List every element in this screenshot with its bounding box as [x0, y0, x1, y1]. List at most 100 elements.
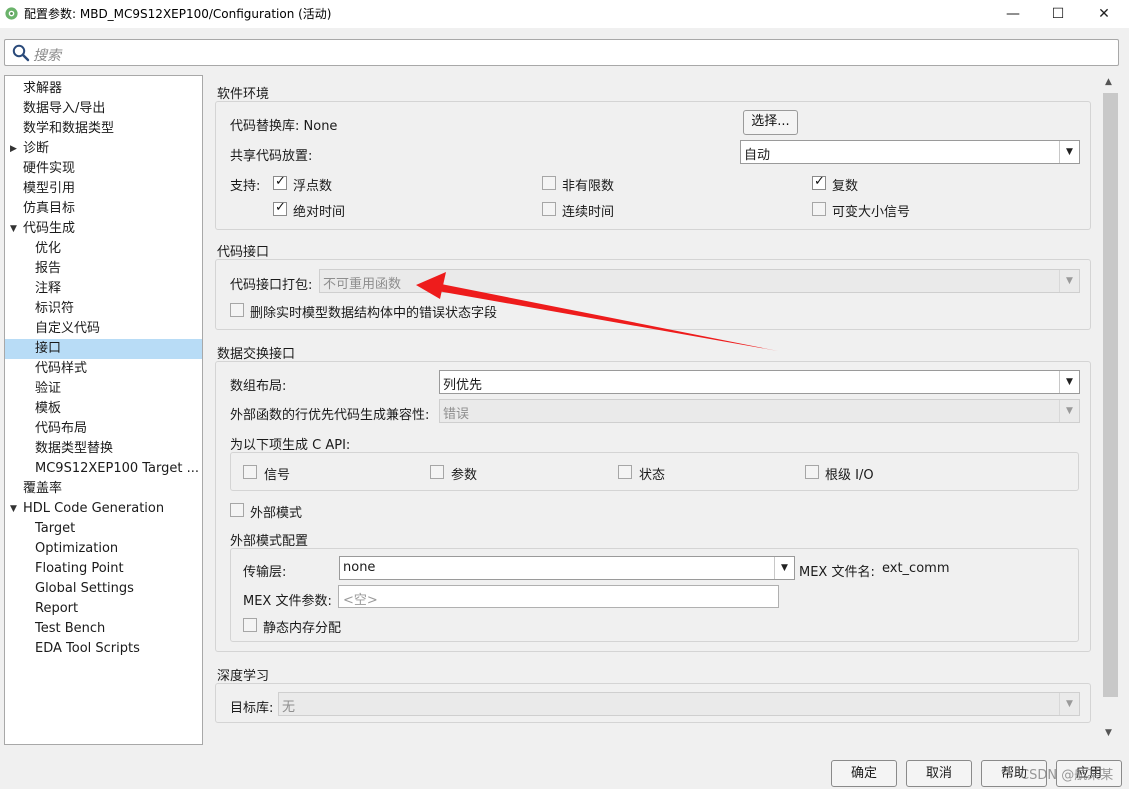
- static-memory-label: 静态内存分配: [263, 621, 342, 636]
- tree-item[interactable]: 仿真目标: [5, 199, 202, 219]
- target-lib-dropdown[interactable]: 无 ▼: [278, 692, 1080, 716]
- capi-params-checkbox[interactable]: [430, 465, 444, 479]
- scroll-up-icon[interactable]: ▲: [1105, 77, 1112, 87]
- tree-item[interactable]: Target: [5, 519, 202, 539]
- external-compat-dropdown[interactable]: 错误 ▼: [439, 399, 1080, 423]
- ext-config-group: 传输层: none ▼ MEX 文件名: ext_comm MEX 文件参数: …: [230, 548, 1079, 642]
- tree-item[interactable]: 数据导入/导出: [5, 99, 202, 119]
- tree-item[interactable]: Report: [5, 599, 202, 619]
- mex-args-input[interactable]: <空>: [338, 585, 779, 608]
- tree-item[interactable]: 代码布局: [5, 419, 202, 439]
- tree-item[interactable]: 求解器: [5, 79, 202, 99]
- capi-root-io-checkbox[interactable]: [805, 465, 819, 479]
- tree-item[interactable]: 报告: [5, 259, 202, 279]
- deep-learning-panel: 目标库: 无 ▼: [215, 683, 1091, 723]
- scrollbar-thumb[interactable]: [1103, 93, 1118, 697]
- tree-item[interactable]: 验证: [5, 379, 202, 399]
- section-title-deep-learning: 深度学习: [217, 669, 270, 684]
- tree-item[interactable]: Optimization: [5, 539, 202, 559]
- floating-point-label: 浮点数: [293, 179, 333, 194]
- tree-item-label: Global Settings: [35, 581, 134, 596]
- tree-item-label: 优化: [35, 241, 62, 256]
- search-input[interactable]: 搜索: [4, 39, 1119, 66]
- data-exchange-panel: 数组布局: 列优先 ▼ 外部函数的行优先代码生成兼容性: 错误 ▼ 为以下项生成…: [215, 361, 1091, 652]
- tree-item[interactable]: 覆盖率: [5, 479, 202, 499]
- floating-point-checkbox[interactable]: ✓: [273, 174, 287, 190]
- c-api-label: 为以下项生成 C API:: [230, 438, 351, 453]
- tree-item[interactable]: 注释: [5, 279, 202, 299]
- maximize-button[interactable]: ☐: [1035, 0, 1081, 28]
- tree-item[interactable]: EDA Tool Scripts: [5, 639, 202, 659]
- tree-item[interactable]: ▶ 诊断: [5, 139, 202, 159]
- tree-item[interactable]: 数据类型替换: [5, 439, 202, 459]
- tree-item-label: 报告: [35, 261, 62, 276]
- tree-item[interactable]: 接口: [5, 339, 202, 359]
- scroll-down-icon[interactable]: ▼: [1105, 728, 1112, 738]
- transport-dropdown[interactable]: none ▼: [339, 556, 795, 580]
- tree-item-label: 求解器: [23, 81, 63, 96]
- non-finite-checkbox[interactable]: [542, 176, 556, 190]
- code-replacement-label: 代码替换库: None: [230, 119, 338, 134]
- tree-item[interactable]: ▼ 代码生成: [5, 219, 202, 239]
- tree-item[interactable]: 优化: [5, 239, 202, 259]
- chevron-down-icon: ▼: [1059, 693, 1079, 715]
- remove-error-status-checkbox[interactable]: [230, 303, 244, 317]
- complex-checkbox[interactable]: ✓: [812, 174, 826, 190]
- tree-item[interactable]: Test Bench: [5, 619, 202, 639]
- tree-item[interactable]: ▼ HDL Code Generation: [5, 499, 202, 519]
- tree-item-label: 硬件实现: [23, 161, 76, 176]
- search-placeholder: 搜索: [33, 48, 61, 64]
- tree-item[interactable]: Global Settings: [5, 579, 202, 599]
- expand-arrow-icon[interactable]: ▶: [10, 139, 17, 159]
- transport-value: none: [343, 560, 376, 575]
- shared-code-label: 共享代码放置:: [230, 149, 313, 164]
- tree-item-label: Floating Point: [35, 561, 124, 576]
- non-finite-label: 非有限数: [562, 179, 615, 194]
- tree-item-label: 代码样式: [35, 361, 88, 376]
- tree-item-label: 代码布局: [35, 421, 88, 436]
- tree-item-label: 自定义代码: [35, 321, 101, 336]
- tree-item[interactable]: 模型引用: [5, 179, 202, 199]
- absolute-time-checkbox[interactable]: ✓: [273, 200, 287, 216]
- shared-code-value: 自动: [744, 148, 771, 163]
- external-mode-checkbox[interactable]: [230, 503, 244, 517]
- tree-item[interactable]: Floating Point: [5, 559, 202, 579]
- minimize-button[interactable]: —: [990, 0, 1036, 28]
- tree-item-label: 仿真目标: [23, 201, 76, 216]
- tree-item-label: 注释: [35, 281, 62, 296]
- continuous-time-label: 连续时间: [562, 205, 615, 220]
- ok-button[interactable]: 确定: [831, 760, 897, 787]
- support-label: 支持:: [230, 179, 261, 194]
- tree-item[interactable]: 自定义代码: [5, 319, 202, 339]
- select-button[interactable]: 选择...: [743, 110, 798, 135]
- vertical-scrollbar[interactable]: ▲ ▼: [1102, 75, 1119, 745]
- mex-name-label: MEX 文件名:: [799, 565, 875, 580]
- capi-signals-checkbox[interactable]: [243, 465, 257, 479]
- tree-item[interactable]: 数学和数据类型: [5, 119, 202, 139]
- tree-item[interactable]: MC9S12XEP100 Target ...: [5, 459, 202, 479]
- continuous-time-checkbox[interactable]: [542, 202, 556, 216]
- collapse-arrow-icon[interactable]: ▼: [10, 499, 17, 519]
- tree-item[interactable]: 标识符: [5, 299, 202, 319]
- tree-item-label: 模板: [35, 401, 62, 416]
- cancel-button[interactable]: 取消: [906, 760, 972, 787]
- tree-item[interactable]: 代码样式: [5, 359, 202, 379]
- chevron-down-icon: ▼: [1059, 270, 1079, 292]
- variable-size-checkbox[interactable]: [812, 202, 826, 216]
- shared-code-dropdown[interactable]: 自动 ▼: [740, 140, 1080, 164]
- tree-item-label: 数据导入/导出: [23, 101, 106, 116]
- close-button[interactable]: ✕: [1081, 0, 1127, 28]
- tree-item-label: Optimization: [35, 541, 119, 556]
- tree-item[interactable]: 模板: [5, 399, 202, 419]
- array-layout-dropdown[interactable]: 列优先 ▼: [439, 370, 1080, 394]
- mex-args-label: MEX 文件参数:: [243, 594, 332, 609]
- capi-states-checkbox[interactable]: [618, 465, 632, 479]
- collapse-arrow-icon[interactable]: ▼: [10, 219, 17, 239]
- tree-item-label: 诊断: [23, 141, 50, 156]
- packaging-dropdown[interactable]: 不可重用函数 ▼: [319, 269, 1080, 293]
- static-memory-checkbox[interactable]: [243, 618, 257, 632]
- tree-item[interactable]: 硬件实现: [5, 159, 202, 179]
- ext-config-title: 外部模式配置: [230, 534, 309, 549]
- tree-item-label: Test Bench: [35, 621, 106, 636]
- tree-item-label: 模型引用: [23, 181, 76, 196]
